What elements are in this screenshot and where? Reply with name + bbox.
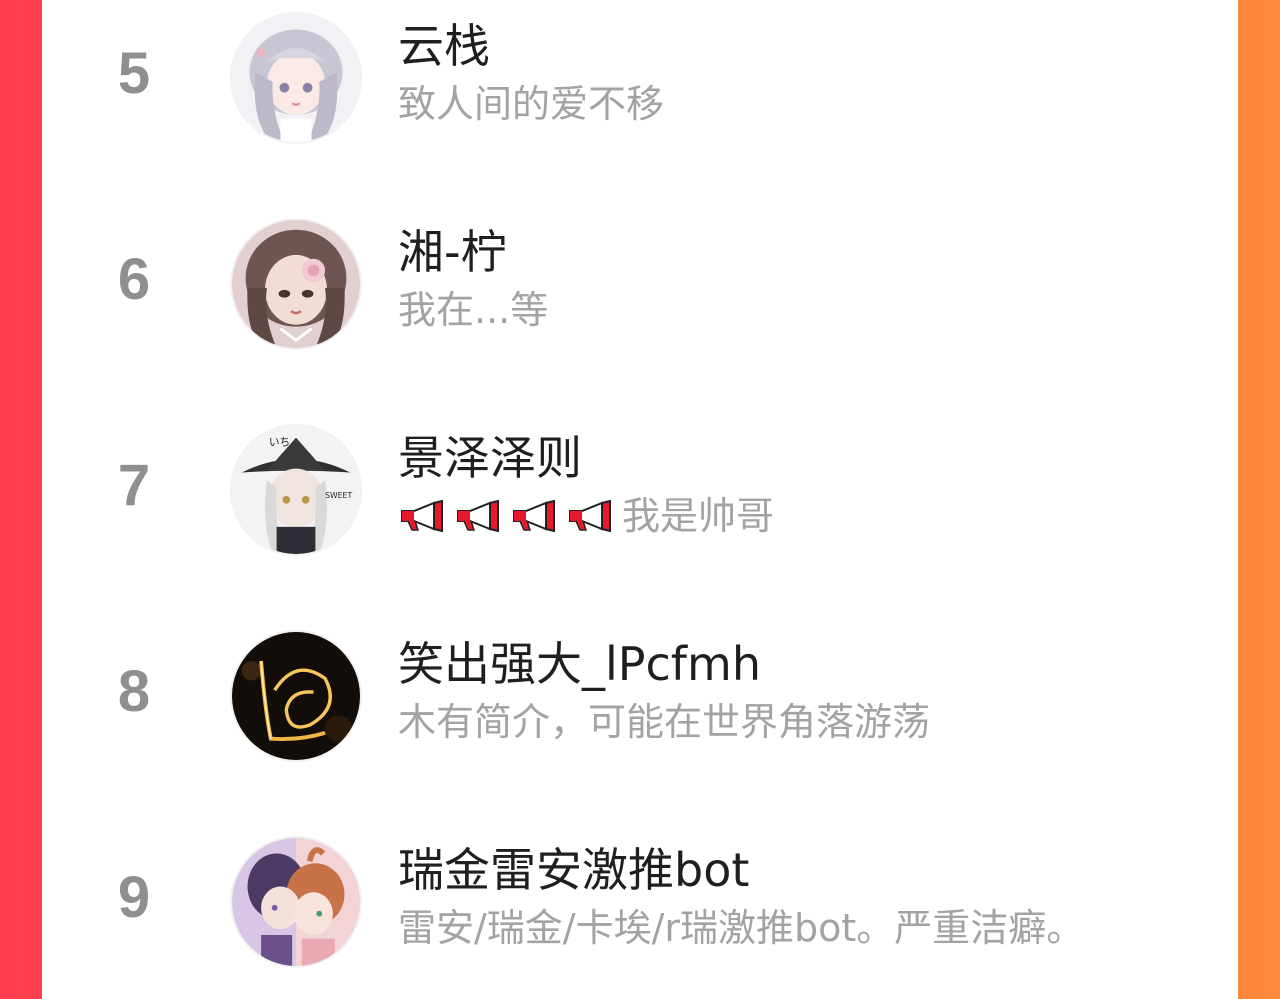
avatar[interactable] <box>230 218 362 350</box>
avatar[interactable]: いち SWEET <box>230 424 362 556</box>
user-bio: 木有简介，可能在世界角落游荡 <box>398 700 931 744</box>
ranking-item[interactable]: 8 笑出强大_lPcfmh 木有简介，可能在世界角落游荡 <box>42 618 1238 778</box>
user-bio: 我在...等 <box>398 288 549 332</box>
rank-number: 7 <box>117 453 151 518</box>
megaphone-icon <box>510 500 558 532</box>
user-bio: 我是帅哥 <box>398 490 774 542</box>
avatar[interactable] <box>230 836 362 968</box>
user-bio-text: 我是帅哥 <box>622 494 775 538</box>
megaphone-icon <box>398 500 446 532</box>
megaphone-icon <box>454 500 502 532</box>
ranking-item[interactable]: 9 瑞金雷安激推bot 雷安/瑞金/卡埃/r瑞激推bot。严重洁癖。 <box>42 824 1238 984</box>
rank-number: 8 <box>117 659 151 724</box>
user-bio: 致人间的爱不移 <box>398 82 665 126</box>
rank-number: 9 <box>117 865 151 930</box>
ranking-list: 5 云栈 致人间的爱不移 6 湘-柠 我在...等 7 いち SWEET 景泽泽… <box>42 0 1238 999</box>
ranking-item[interactable]: 6 湘-柠 我在...等 <box>42 206 1238 366</box>
user-bio: 雷安/瑞金/卡埃/r瑞激推bot。严重洁癖。 <box>398 906 1085 950</box>
ranking-item[interactable]: 5 云栈 致人间的爱不移 <box>42 0 1238 160</box>
user-name[interactable]: 笑出强大_lPcfmh <box>398 634 761 694</box>
rank-number: 6 <box>117 247 151 312</box>
avatar[interactable] <box>230 630 362 762</box>
megaphone-icon <box>566 500 614 532</box>
user-name[interactable]: 湘-柠 <box>398 222 507 282</box>
user-name[interactable]: 瑞金雷安激推bot <box>398 840 749 900</box>
user-name[interactable]: 景泽泽则 <box>398 428 582 488</box>
svg-text:SWEET: SWEET <box>325 491 352 500</box>
user-name[interactable]: 云栈 <box>398 16 490 76</box>
svg-text:いち: いち <box>269 435 290 448</box>
ranking-item[interactable]: 7 いち SWEET 景泽泽则 我是帅哥 <box>42 412 1238 572</box>
rank-number: 5 <box>117 41 151 106</box>
avatar[interactable] <box>230 12 362 144</box>
